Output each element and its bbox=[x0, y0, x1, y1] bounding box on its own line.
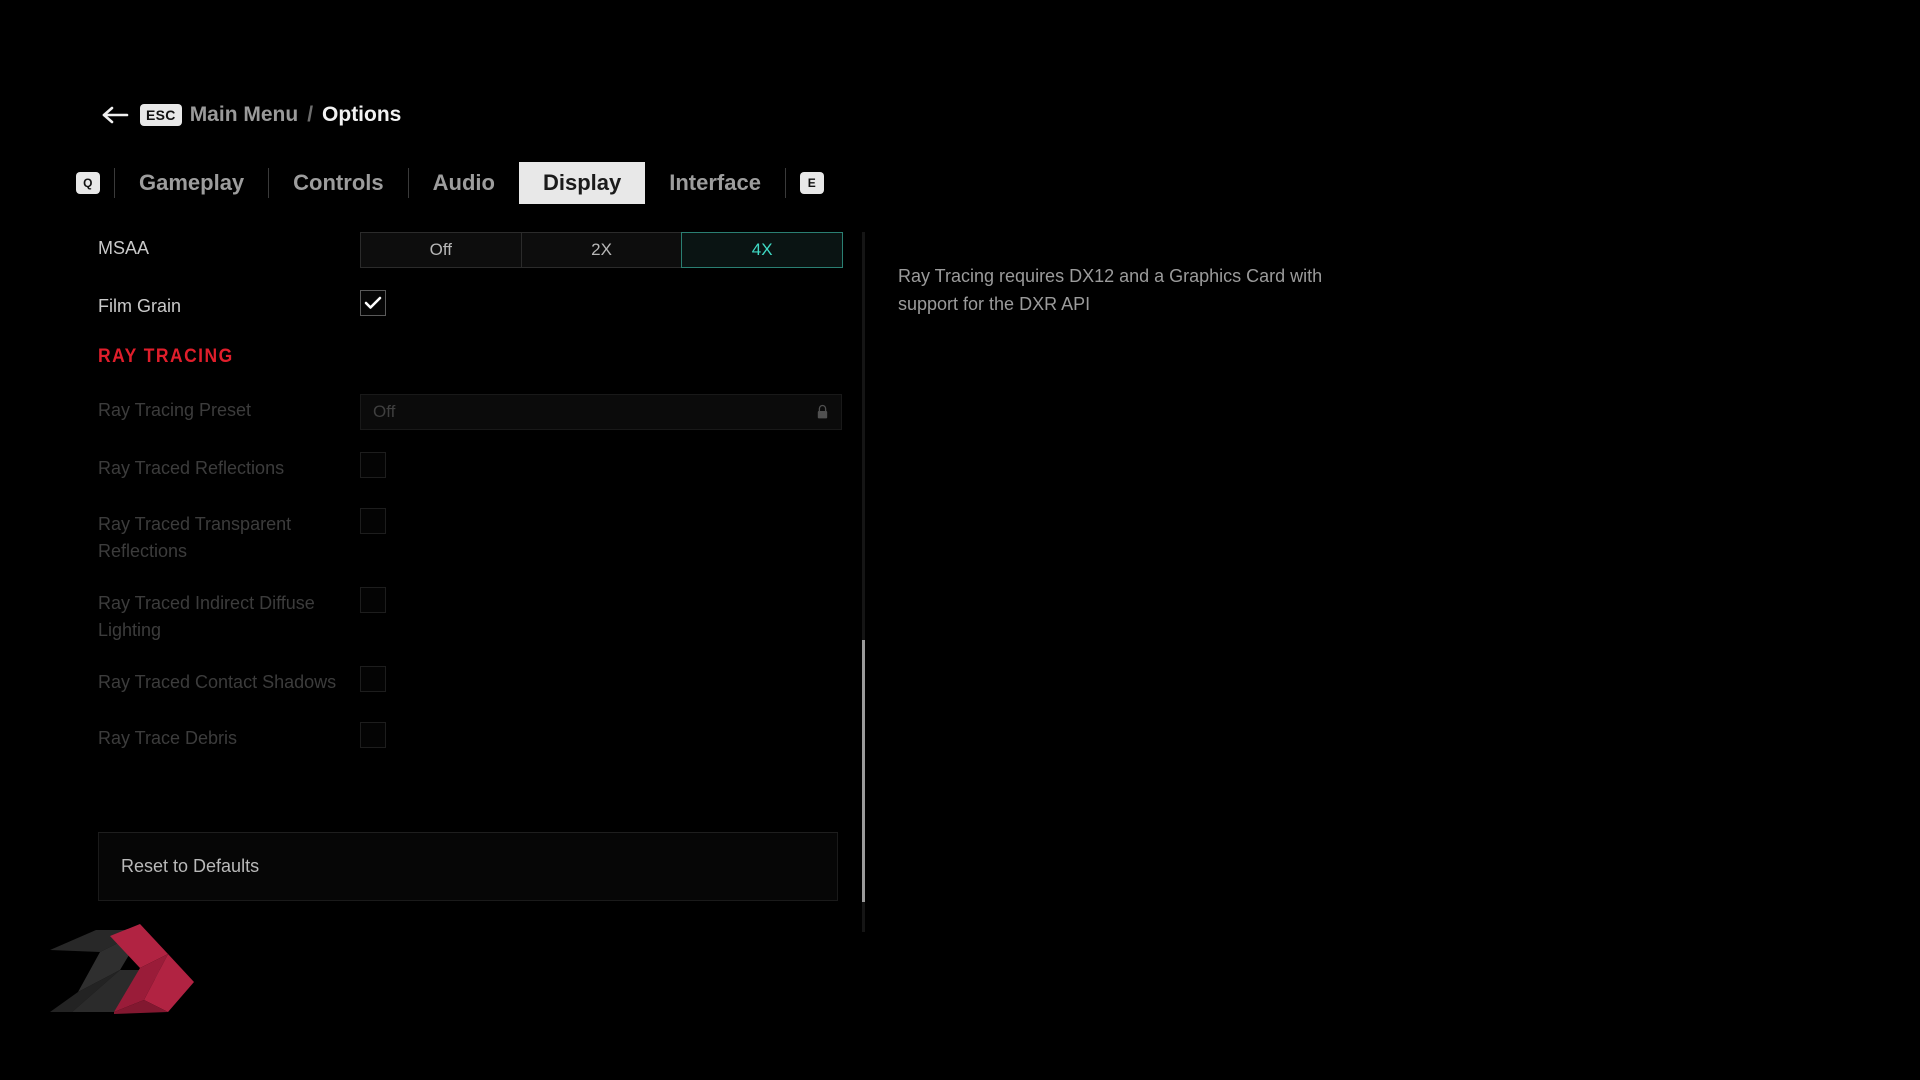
scrollbar-thumb[interactable] bbox=[862, 640, 865, 902]
ray-tracing-preset-label: Ray Tracing Preset bbox=[98, 400, 252, 420]
msaa-segmented-control: Off 2X 4X bbox=[360, 232, 844, 268]
options-content: MSAA Off 2X 4X Film Grain RAY TRACING Ra… bbox=[0, 232, 1920, 932]
film-grain-checkbox[interactable] bbox=[360, 290, 386, 316]
tab-gameplay[interactable]: Gameplay bbox=[115, 162, 268, 204]
ray-traced-indirect-diffuse-lighting-checkbox[interactable] bbox=[360, 587, 386, 613]
tab-bar: Q Gameplay Controls Audio Display Interf… bbox=[62, 162, 838, 204]
tab-interface[interactable]: Interface bbox=[645, 162, 785, 204]
ray-traced-transparent-reflections-checkbox[interactable] bbox=[360, 508, 386, 534]
msaa-option-2x[interactable]: 2X bbox=[520, 232, 683, 268]
film-grain-label: Film Grain bbox=[98, 296, 182, 316]
reset-to-defaults-button[interactable]: Reset to Defaults bbox=[98, 833, 838, 901]
setting-row-ray-tracing-preset: Ray Tracing Preset Off bbox=[98, 394, 862, 430]
ray-trace-debris-checkbox[interactable] bbox=[360, 722, 386, 748]
tab-display[interactable]: Display bbox=[518, 162, 646, 204]
breadcrumb-parent[interactable]: Main Menu bbox=[190, 103, 299, 127]
arrow-left-icon[interactable] bbox=[100, 102, 130, 128]
breadcrumb-separator: / bbox=[307, 103, 314, 126]
ray-traced-reflections-checkbox[interactable] bbox=[360, 452, 386, 478]
tab-controls[interactable]: Controls bbox=[269, 162, 407, 204]
esc-key-badge[interactable]: ESC bbox=[140, 104, 182, 126]
options-screen: ESC Main Menu / Options Q Gameplay Contr… bbox=[0, 0, 1920, 1080]
ray-tracing-preset-dropdown[interactable]: Off bbox=[360, 394, 842, 430]
check-icon bbox=[364, 296, 382, 309]
ray-traced-indirect-diffuse-lighting-label: Ray Traced Indirect Diffuse Lighting bbox=[98, 593, 315, 640]
tab-audio[interactable]: Audio bbox=[409, 162, 519, 204]
help-panel: Ray Tracing requires DX12 and a Graphics… bbox=[898, 262, 1368, 318]
ray-traced-contact-shadows-checkbox[interactable] bbox=[360, 666, 386, 692]
ray-traced-transparent-reflections-label: Ray Traced Transparent Reflections bbox=[98, 514, 292, 561]
setting-row-film-grain: Film Grain bbox=[98, 290, 862, 324]
scrollbar-track[interactable] bbox=[862, 232, 865, 932]
msaa-option-off[interactable]: Off bbox=[360, 232, 522, 268]
breadcrumb: ESC Main Menu / Options bbox=[100, 98, 401, 132]
setting-row-ray-traced-transparent-reflections: Ray Traced Transparent Reflections bbox=[98, 508, 862, 565]
tab-next-key-badge[interactable]: E bbox=[799, 172, 824, 194]
setting-row-ray-traced-reflections: Ray Traced Reflections bbox=[98, 452, 862, 486]
ray-tracing-preset-value: Off bbox=[373, 402, 396, 421]
setting-row-ray-trace-debris: Ray Trace Debris bbox=[98, 722, 862, 756]
msaa-label: MSAA bbox=[98, 238, 150, 258]
msaa-option-4x[interactable]: 4X bbox=[681, 232, 844, 268]
setting-row-ray-traced-contact-shadows: Ray Traced Contact Shadows bbox=[98, 666, 862, 700]
watermark-logo bbox=[48, 908, 198, 1018]
ray-traced-reflections-label: Ray Traced Reflections bbox=[98, 458, 285, 478]
breadcrumb-current: Options bbox=[322, 103, 402, 126]
settings-column: MSAA Off 2X 4X Film Grain RAY TRACING Ra… bbox=[98, 232, 862, 778]
ray-traced-contact-shadows-label: Ray Traced Contact Shadows bbox=[98, 672, 337, 692]
reset-section: Reset to Defaults bbox=[98, 832, 838, 901]
tab-prev-key-badge[interactable]: Q bbox=[76, 172, 100, 194]
tab-divider bbox=[784, 168, 786, 198]
setting-row-msaa: MSAA Off 2X 4X bbox=[98, 232, 862, 268]
section-header-ray-tracing: RAY TRACING bbox=[98, 346, 234, 367]
setting-row-ray-traced-indirect-diffuse-lighting: Ray Traced Indirect Diffuse Lighting bbox=[98, 587, 862, 644]
ray-trace-debris-label: Ray Trace Debris bbox=[98, 728, 238, 748]
lock-icon bbox=[816, 404, 829, 420]
help-text: Ray Tracing requires DX12 and a Graphics… bbox=[898, 266, 1323, 314]
